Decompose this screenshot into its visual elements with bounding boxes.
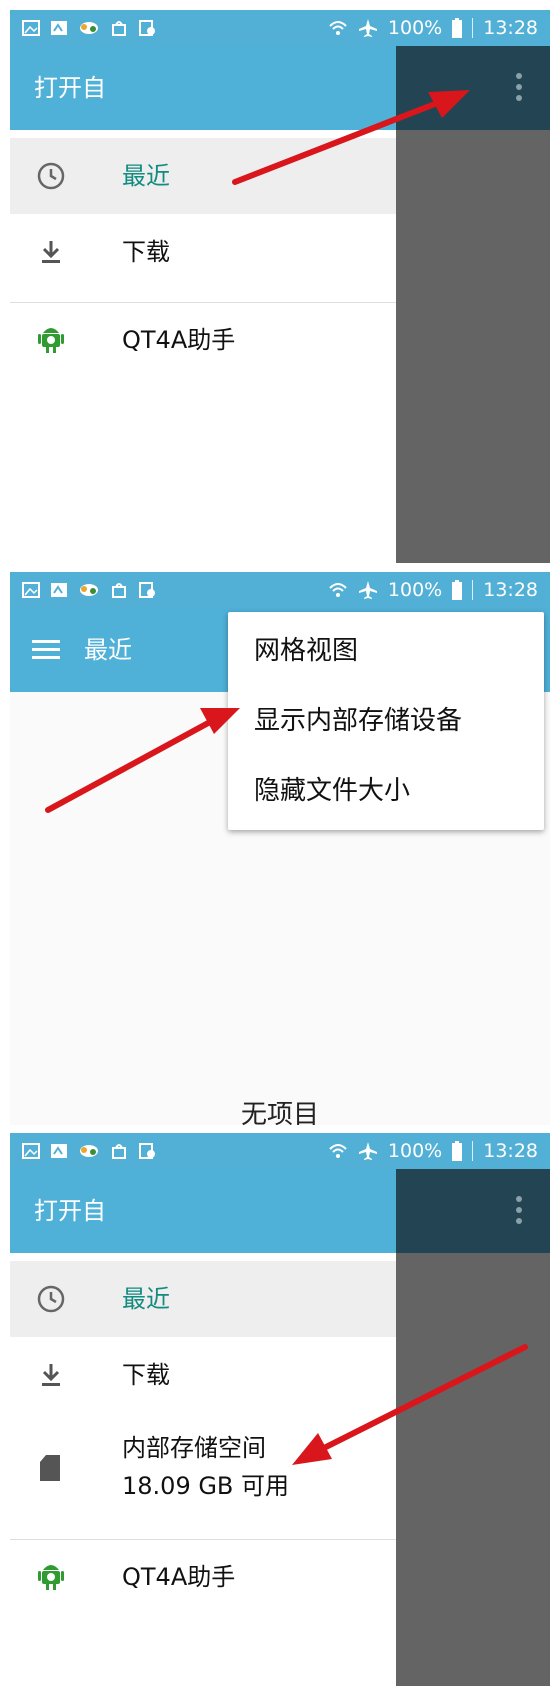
annotation-arrow: [232, 90, 470, 185]
annotation-arrow: [45, 708, 240, 813]
screen-drawer-with-storage: 100% 13:28 打开自 最近 下载 内部存储空间 18.09 GB 可用 …: [10, 1133, 550, 1686]
screen-overflow-menu: 100% 13:28 最近 无项目 网格视图 显示内部存储设备 隐藏文件大小: [10, 572, 550, 1125]
annotation-arrow: [292, 1344, 528, 1465]
screen-drawer-open: 100% 13:28 打开自 最近 下载 QT4A助手: [10, 10, 550, 563]
